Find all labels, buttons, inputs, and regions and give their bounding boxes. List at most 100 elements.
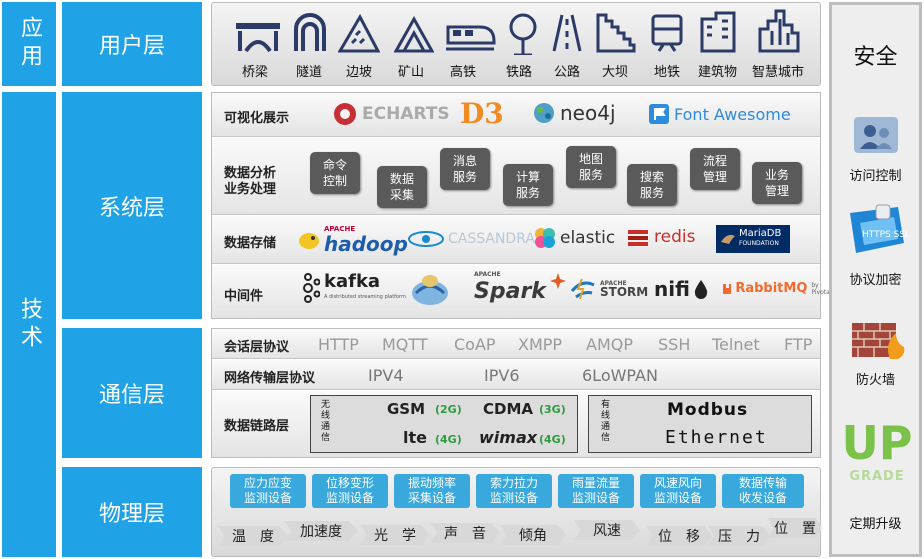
quantity-temperature: 温 度 [218, 526, 288, 546]
analysis-row-label-2: 业务处理 [224, 182, 277, 197]
layer-communication: 通信层 [62, 328, 202, 458]
sensor-rainfall-flow: 雨量流量 监测设备 [558, 474, 634, 508]
mariadb-label: MariaDB [739, 228, 782, 239]
upgrade-logo-up: UP [841, 416, 913, 470]
protocol-ipv6: IPV6 [484, 366, 520, 385]
hadoop-elephant-icon [299, 233, 319, 249]
security-title: 安全 [853, 45, 898, 70]
service-business-management: 业务 管理 [752, 162, 802, 204]
industry-label-highspeed-rail: 高铁 [450, 65, 477, 80]
protocol-6lowpan: 6LoWPAN [582, 366, 658, 385]
hadoop-label: hadoop [324, 232, 408, 256]
comm-layer-panel: 会话层协议 HTTP MQTT CoAP XMPP AMQP SSH Telne… [211, 328, 821, 458]
neo4j-label: neo4j [560, 101, 616, 125]
echarts-label: ECHARTS [362, 104, 450, 124]
bullet-train-icon [446, 25, 496, 51]
user-layer-panel: 桥梁 隧道 边坡 矿山 高铁 铁路 公路 大坝 地铁 建筑物 智慧城市 [211, 2, 821, 86]
tunnel-icon [294, 13, 326, 51]
sensor-vibration: 振动频率 采集设备 [394, 474, 470, 508]
layer-system: 系统层 [62, 92, 202, 319]
https-ssl-icon: HTTPS SSL [850, 204, 908, 253]
protocol-coap: CoAP [454, 335, 496, 354]
sensor-stress-strain: 应力应变 监测设备 [230, 474, 306, 508]
ethernet-label: Ethernet [665, 427, 768, 448]
kafka-logo: kafka A distributed streaming platform [302, 273, 406, 303]
rabbitmq-label: RabbitMQ [735, 281, 808, 296]
wimax-generation: (4G) [539, 433, 566, 446]
storm-label: STORM [600, 285, 649, 299]
protocol-ftp: FTP [784, 335, 813, 354]
wireless-label: 无线通信 [321, 400, 331, 443]
elastic-icon [535, 228, 555, 248]
neo4j-logo: neo4j [532, 101, 616, 125]
sensor-wind: 风速风向 监测设备 [640, 474, 716, 508]
datalink-row-label: 数据链路层 [224, 419, 290, 434]
group-technology-label: 技术 [17, 296, 42, 353]
spark-logo: APACHE Spark [474, 271, 566, 305]
upgrade-icon: UP GRADE [838, 417, 916, 499]
datalink-row: 数据链路层 无线通信 GSM (2G) CDMA (3G) lte (4G) w… [212, 391, 820, 457]
session-row: 会话层协议 HTTP MQTT CoAP XMPP AMQP SSH Telne… [212, 329, 820, 359]
protocol-ipv4: IPV4 [368, 366, 404, 385]
mariadb-logo: MariaDB FOUNDATION [716, 225, 790, 253]
font-awesome-logo: Font Awesome [648, 103, 791, 125]
nifi-drop-icon [694, 280, 708, 299]
rabbitmq-icon [723, 283, 732, 294]
cassandra-eye-icon [408, 231, 444, 247]
city-icon [758, 9, 800, 53]
echarts-logo: ECHARTS [332, 101, 450, 127]
quantity-displacement: 位 移 [646, 526, 712, 546]
wireless-box: 无线通信 GSM (2G) CDMA (3G) lte (4G) wimax (… [310, 395, 578, 453]
redis-label: redis [654, 227, 696, 247]
quantity-sound: 声 音 [430, 523, 500, 543]
middleware-row: 中间件 kafka A distributed streaming platfo… [212, 265, 831, 318]
hadoop-logo: APACHE hadoop [298, 224, 408, 254]
dam-icon [596, 13, 636, 53]
service-messaging: 消息 服务 [440, 148, 490, 190]
group-application: 应用 [2, 2, 56, 86]
industry-label-bridge: 桥梁 [242, 65, 269, 80]
protocol-http: HTTP [318, 335, 359, 354]
storage-row: 数据存储 APACHE hadoop CASSANDRA elastic red… [212, 216, 820, 264]
security-panel: 安全 访问控制 HTTPS SSL 协议加密 防火墙 UP GRADE 定期升级 [829, 2, 922, 557]
industry-label-smart-city: 智慧城市 [752, 65, 805, 80]
industry-label-building: 建筑物 [698, 65, 738, 80]
elastic-label: elastic [560, 228, 616, 248]
d3-logo: D3 [460, 97, 504, 130]
system-layer-panel: 可视化展示 ECHARTS D3 neo4j Font Awesome 数据分析… [211, 92, 831, 319]
physical-layer-panel: 应力应变 监测设备 位移变形 监测设备 振动频率 采集设备 索力拉力 监测设备 雨量流量… [211, 467, 822, 557]
storm-icon [570, 278, 595, 299]
security-upgrade-label: 定期升级 [849, 517, 902, 532]
wired-box: 有线通信 Modbus Ethernet [588, 395, 812, 453]
modbus-label: Modbus [667, 400, 749, 420]
layer-physical: 物理层 [62, 467, 202, 557]
security-firewall-label: 防火墙 [855, 373, 895, 388]
network-row-label: 网络传输层协议 [224, 371, 316, 386]
protocol-mqtt: MQTT [382, 335, 428, 354]
session-row-label: 会话层协议 [224, 340, 290, 355]
layer-user-label: 用户层 [98, 34, 165, 59]
quantity-pressure: 压 力 [708, 526, 770, 546]
quantity-tilt: 倾角 [500, 525, 566, 545]
slope-icon [338, 13, 380, 53]
kafka-tagline: A distributed streaming platform [324, 294, 406, 300]
upgrade-logo-grade: GRADE [849, 469, 905, 484]
building-icon [700, 11, 736, 53]
industry-label-slope: 边坡 [346, 65, 373, 80]
storm-logo: APACHE STORM [570, 277, 648, 299]
protocol-ssh: SSH [658, 335, 691, 354]
firewall-icon [852, 323, 905, 359]
kafka-label: kafka [324, 271, 381, 292]
svg-text:HTTPS SSL: HTTPS SSL [862, 230, 908, 240]
viz-row-label: 可视化展示 [224, 111, 290, 126]
redis-logo: redis [626, 227, 695, 247]
font-awesome-flag-icon [649, 104, 669, 124]
cassandra-label: CASSANDRA [448, 231, 535, 247]
redis-icon [628, 230, 648, 246]
industry-label-dam: 大坝 [602, 65, 629, 80]
industry-label-subway: 地铁 [654, 65, 681, 80]
sensor-data-transceiver: 数据传输 收发设备 [722, 474, 804, 508]
lte-label: lte [403, 428, 427, 447]
service-workflow: 流程 管理 [690, 148, 740, 190]
rabbitmq-logo: RabbitMQ by Pivotal [722, 281, 834, 296]
